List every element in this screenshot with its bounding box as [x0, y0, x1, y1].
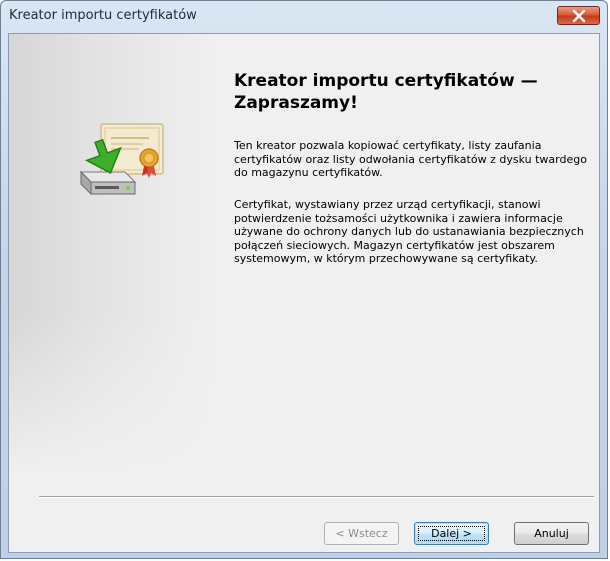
- wizard-window: Kreator importu certyfikatów Kreator imp…: [0, 0, 608, 559]
- button-separator: [39, 496, 594, 498]
- close-icon: [572, 10, 586, 22]
- wizard-side-panel: [9, 34, 221, 479]
- window-title: Kreator importu certyfikatów: [9, 8, 197, 23]
- back-button[interactable]: < Wstecz: [324, 522, 399, 545]
- certificate-explanation-paragraph: Certyfikat, wystawiany przez urząd certy…: [234, 198, 584, 265]
- cancel-button-label: Anuluj: [534, 527, 569, 540]
- next-button[interactable]: Dalej >: [414, 522, 489, 545]
- page-title: Kreator importu certyfikatów — Zapraszam…: [234, 71, 538, 113]
- back-button-label: < Wstecz: [335, 527, 388, 540]
- title-bar[interactable]: Kreator importu certyfikatów: [1, 1, 607, 33]
- intro-paragraph: Ten kreator pozwala kopiować certyfikaty…: [234, 139, 587, 179]
- cancel-button[interactable]: Anuluj: [514, 522, 589, 545]
- certificate-import-icon: [79, 123, 164, 196]
- close-button[interactable]: [557, 6, 600, 25]
- next-button-label: Dalej >: [431, 527, 472, 540]
- wizard-client-area: Kreator importu certyfikatów — Zapraszam…: [8, 33, 600, 553]
